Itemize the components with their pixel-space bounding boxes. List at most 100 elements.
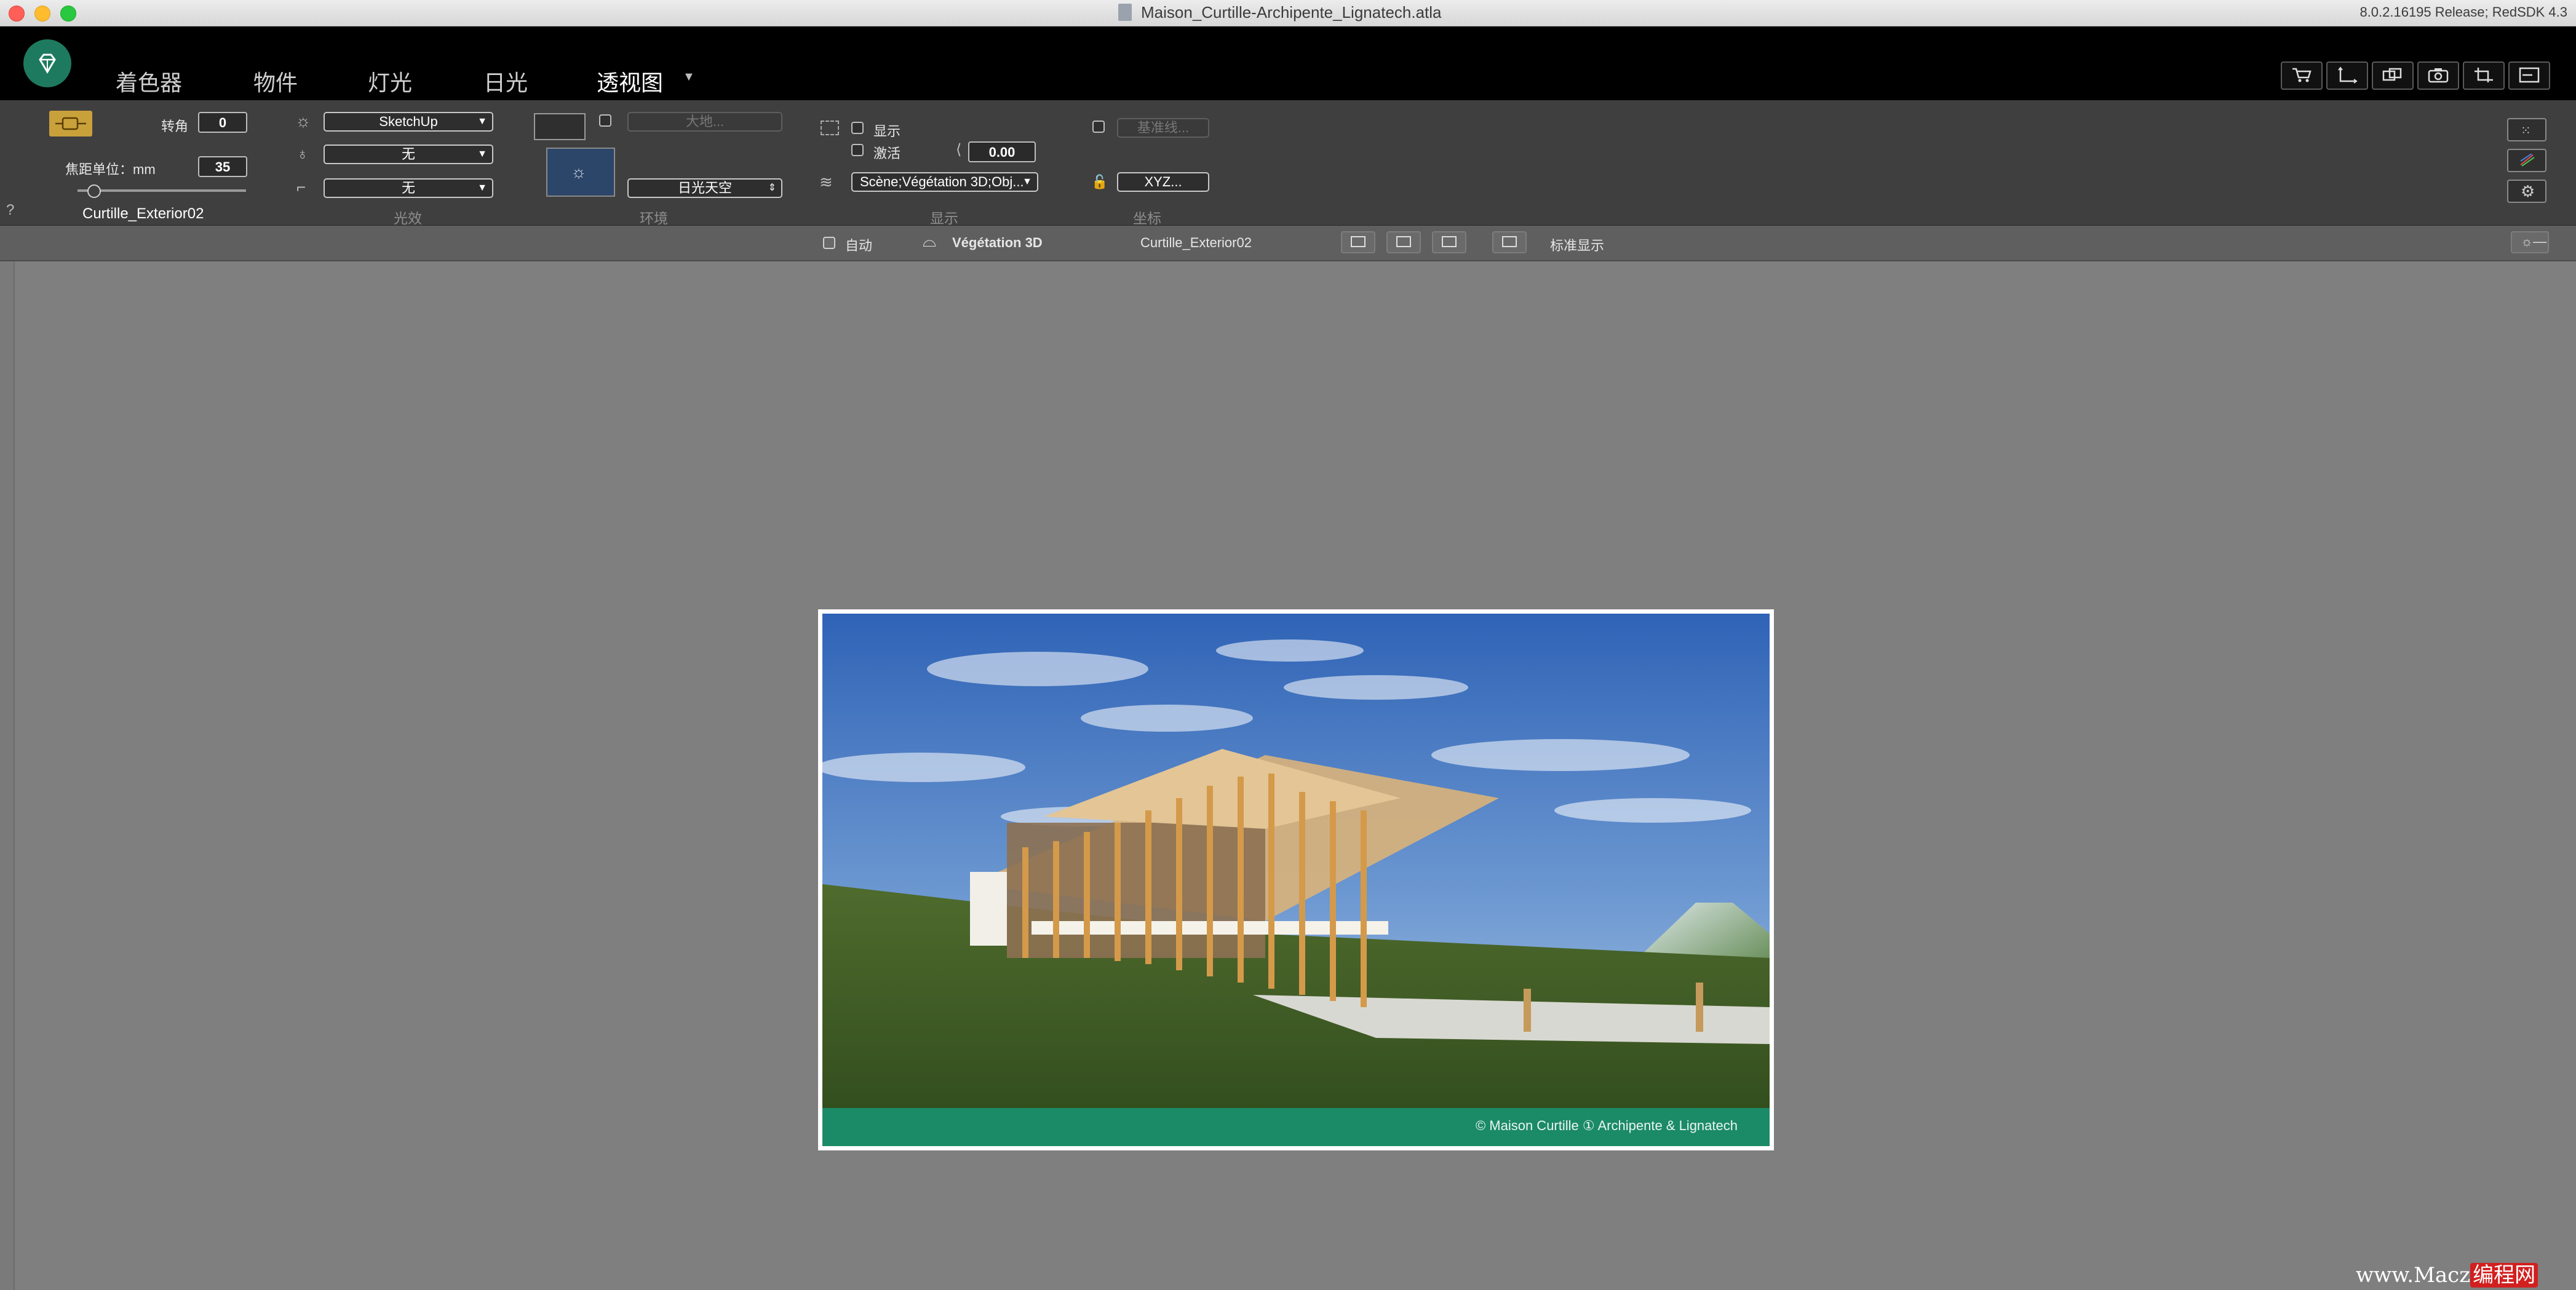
sun-icon: ☼ <box>295 111 311 130</box>
minimize-window-button[interactable] <box>34 6 50 22</box>
watermark-tag: 编程网 <box>2470 1263 2538 1288</box>
focal-length-slider-track[interactable] <box>78 189 246 192</box>
render-viewport[interactable]: © Maison Curtille ① Archipente & Lignate… <box>822 614 1770 1146</box>
angle-input[interactable]: 0.00 <box>968 141 1036 162</box>
xyz-label: XYZ... <box>1144 174 1182 189</box>
zoom-region-button[interactable] <box>1432 231 1466 253</box>
cart-button[interactable] <box>2281 61 2323 90</box>
display-mode-label: 标准显示 <box>1550 238 1605 253</box>
ground-placeholder: 大地... <box>685 114 725 129</box>
ground-dropdown[interactable]: 大地... <box>627 112 782 132</box>
spotlight-icon: ⌐ <box>296 178 306 196</box>
sun-slider-icon: ☼— <box>2521 234 2547 249</box>
settings-button[interactable]: ⚙ <box>2507 180 2546 203</box>
sky-preview-thumbnail[interactable]: ☼ <box>546 148 615 197</box>
light-option-dropdown[interactable]: 无 ▼ <box>324 144 493 164</box>
zoom-window-button[interactable] <box>60 6 76 22</box>
layer-icon: ⌓ <box>923 231 937 250</box>
focal-length-slider-handle[interactable] <box>87 184 101 198</box>
camera-button[interactable] <box>2417 61 2459 90</box>
checkerboard-button[interactable]: ⁙ <box>2507 118 2546 141</box>
close-window-button[interactable] <box>9 6 25 22</box>
zoom-extents-button[interactable] <box>1386 231 1421 253</box>
crop-icon <box>2475 68 2493 82</box>
angle-icon: ⟨ <box>956 141 962 158</box>
cart-icon <box>2292 68 2312 82</box>
baseline-checkbox[interactable] <box>1092 121 1105 133</box>
rendered-scene-image <box>822 614 1770 1146</box>
site-watermark: www.Macz 编程网 <box>2356 1258 2538 1288</box>
layers-dropdown[interactable]: Scène;Végétation 3D;Obj... ▼ <box>851 172 1038 192</box>
spotlight-option-value: 无 <box>401 180 415 196</box>
watermark-suffix: z <box>2459 1263 2471 1288</box>
window-title: Maison_Curtille-Archipente_Lignatech.atl… <box>1141 3 1442 22</box>
watermark-prefix: www.Mac <box>2356 1263 2460 1288</box>
bulb-icon: ♁ <box>296 144 309 163</box>
gem-icon <box>39 53 56 74</box>
copy-view-icon <box>2382 68 2402 81</box>
coords-group-label: 坐标 <box>1133 210 1161 226</box>
sky-dropdown[interactable]: 日光天空 ⇕ <box>627 178 782 198</box>
activate-label: 激活 <box>873 146 901 161</box>
sky-value: 日光天空 <box>677 180 732 196</box>
activate-checkbox[interactable] <box>851 144 864 156</box>
environment-group-label: 环境 <box>640 210 668 226</box>
lock-icon: 🔓 <box>1091 174 1108 189</box>
active-layer-name: Végétation 3D <box>952 235 1043 250</box>
render-region-button[interactable] <box>2508 61 2550 90</box>
frame-icon <box>1351 236 1366 247</box>
render-credit-text: © Maison Curtille ① Archipente & Lignate… <box>1475 1118 1738 1133</box>
tab-objects[interactable]: 物件 <box>253 65 298 97</box>
render-region-icon <box>2519 67 2540 83</box>
baseline-placeholder: 基准线... <box>1137 120 1190 135</box>
tab-menu-chevron-down-icon[interactable]: ▼ <box>683 70 695 84</box>
color-curves-icon <box>2520 154 2535 167</box>
layers-icon: ≋ <box>819 173 833 191</box>
tab-lights[interactable]: 灯光 <box>368 65 412 97</box>
viewport-status-bar <box>0 226 2576 261</box>
show-label: 显示 <box>873 124 901 139</box>
auto-label: 自动 <box>845 238 873 253</box>
sun-icon: ☼ <box>571 162 587 181</box>
tab-perspective[interactable]: 透视图 <box>597 65 663 97</box>
camera-icon <box>2428 68 2449 83</box>
rotation-label: 转角 <box>161 119 189 134</box>
tab-shaders[interactable]: 着色器 <box>116 65 182 97</box>
focal-length-label: 焦距单位：mm <box>65 162 156 177</box>
fit-view-button[interactable] <box>1341 231 1375 253</box>
display-group-label: 显示 <box>930 210 958 226</box>
lighting-preset-value: SketchUp <box>379 114 438 129</box>
color-curves-button[interactable] <box>2507 149 2546 172</box>
axes-button[interactable] <box>2326 61 2368 90</box>
exposure-button[interactable]: ☼— <box>2511 231 2549 253</box>
version-label: 8.0.2.16195 Release; RedSDK 4.3 <box>2359 4 2567 20</box>
help-button[interactable]: ? <box>6 202 14 219</box>
status-view-name: Curtille_Exterior02 <box>1140 235 1252 250</box>
checkerboard-icon: ⁙ <box>2521 124 2531 138</box>
spotlight-option-dropdown[interactable]: 无 ▼ <box>324 178 493 198</box>
xyz-button[interactable]: XYZ... <box>1117 172 1209 192</box>
lighting-group-label: 光效 <box>394 210 422 226</box>
lighting-preset-dropdown[interactable]: SketchUp ▼ <box>324 112 493 132</box>
camera-lens-icon <box>55 117 86 130</box>
axes-icon <box>2338 66 2358 84</box>
show-checkbox[interactable] <box>851 122 864 134</box>
crop-button[interactable] <box>2463 61 2505 90</box>
app-logo[interactable] <box>23 39 71 87</box>
zoom-extents-icon <box>1396 236 1411 247</box>
focal-length-input[interactable]: 35 <box>198 156 247 177</box>
copy-view-button[interactable] <box>2372 61 2414 90</box>
gear-icon: ⚙ <box>2521 182 2535 200</box>
baseline-dropdown[interactable]: 基准线... <box>1117 118 1209 138</box>
selection-box-icon <box>821 121 839 135</box>
camera-type-button[interactable] <box>49 111 92 137</box>
rotation-input[interactable]: 0 <box>198 112 247 133</box>
ground-checkbox[interactable] <box>599 114 611 127</box>
view-name-label: Curtille_Exterior02 <box>82 205 204 222</box>
auto-checkbox[interactable] <box>823 237 835 249</box>
tab-sunlight[interactable]: 日光 <box>483 65 528 97</box>
display-mode-button[interactable] <box>1492 231 1527 253</box>
left-panel-handle[interactable] <box>0 261 15 1290</box>
layers-value: Scène;Végétation 3D;Obj... <box>860 174 1024 189</box>
background-color-swatch[interactable] <box>534 113 586 140</box>
